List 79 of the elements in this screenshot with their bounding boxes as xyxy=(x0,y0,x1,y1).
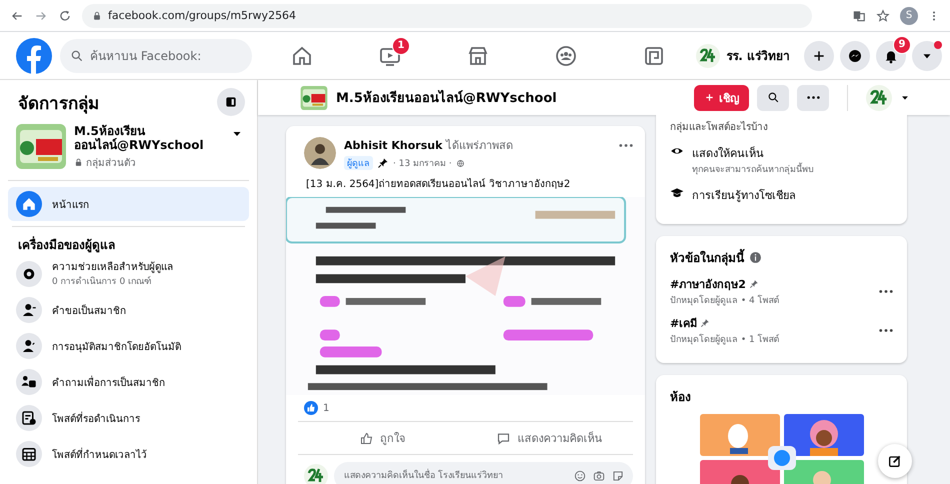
like-button[interactable]: ถูกใจ xyxy=(298,422,466,454)
lock-icon xyxy=(74,158,83,167)
sidebar-title: จัดการกลุ่ม xyxy=(18,92,99,116)
sidebar-item[interactable]: หน้าแรก xyxy=(8,187,249,221)
thumbs-up-icon xyxy=(358,430,374,446)
star-icon xyxy=(876,8,890,22)
search-button[interactable] xyxy=(757,84,789,110)
privacy-label: กลุ่มส่วนตัว xyxy=(86,157,136,170)
panel-icon xyxy=(224,95,238,109)
topic-meta: ปักหมุดโดยผู้ดูแล • 4 โพสต์ xyxy=(670,294,780,307)
globe-icon xyxy=(456,158,465,168)
create-button[interactable] xyxy=(804,40,834,70)
group-logo xyxy=(16,124,66,169)
more-icon[interactable] xyxy=(879,290,893,292)
profile-avatar[interactable] xyxy=(304,464,328,484)
topic-name[interactable]: #เคมี xyxy=(670,314,698,332)
speech-bubble-icon xyxy=(496,430,512,446)
learning-label: การเรียนรู้ทางโซเชียล xyxy=(692,188,796,204)
invite-button[interactable]: เชิญ xyxy=(694,84,749,110)
pin-icon xyxy=(377,157,389,169)
comment-field[interactable]: แสดงความคิดเห็นในชื่อ โรงเรียนแร่วิทยา xyxy=(334,462,633,484)
notification-badge: 9 xyxy=(893,36,911,54)
sidebar-item[interactable]: คำถามเพื่อการเป็นสมาชิก xyxy=(8,365,249,399)
emoji-icon xyxy=(573,469,587,483)
facebook-logo[interactable] xyxy=(16,38,52,74)
role-label: ผู้ดูแล xyxy=(344,156,373,170)
sticker-icon xyxy=(611,469,625,483)
profile-avatar[interactable] xyxy=(696,44,720,68)
visibility-description: ทุกคนจะสามารถค้นหากลุ่มนี้พบ xyxy=(692,162,814,176)
section-title: เครื่องมือของผู้ดูแล xyxy=(17,235,116,254)
edit-icon xyxy=(887,453,903,469)
card-title: หัวข้อในกลุ่มนี้ xyxy=(670,248,744,267)
info-icon xyxy=(749,251,762,264)
collapse-button[interactable] xyxy=(217,88,245,116)
like-icon xyxy=(304,401,318,415)
search-icon xyxy=(70,48,84,62)
more-button[interactable] xyxy=(797,84,829,110)
sidebar-item[interactable]: การอนุมัติสมาชิกโดยอัตโนมัติ xyxy=(8,329,249,363)
card-title: ห้อง xyxy=(670,389,691,406)
calendar-icon xyxy=(20,445,38,463)
topic-meta: ปักหมุดโดยผู้ดูแล • 1 โพสต์ xyxy=(670,332,780,346)
more-icon xyxy=(806,96,820,99)
visibility-title: แสดงให้คนเห็น xyxy=(692,145,765,162)
notification-badge: 1 xyxy=(392,36,410,54)
group-title: M.5ห้องเรียนออนไลน์@RWYschool xyxy=(336,88,557,108)
search-field[interactable]: ค้นหาบน Facebook: xyxy=(60,38,252,72)
profile-avatar[interactable] xyxy=(866,84,892,110)
topic-name[interactable]: #ภาษาอังกฤษ2 xyxy=(670,275,746,293)
sidebar-item[interactable]: โพสต์ที่กำหนดเวลาไว้ xyxy=(8,437,249,471)
author-avatar[interactable] xyxy=(304,137,336,169)
sidebar-item[interactable]: คำขอเป็นสมาชิก xyxy=(8,293,249,327)
post-date: · 13 มกราคม · xyxy=(393,158,452,170)
more-icon[interactable] xyxy=(879,328,893,332)
plus-icon xyxy=(704,92,715,103)
post-author[interactable]: Abhisit Khorsuk ได้แพร่ภาพสด xyxy=(344,136,513,154)
reload-icon xyxy=(58,8,72,22)
messenger-button[interactable] xyxy=(840,40,870,70)
profile-button[interactable]: รร. แร่วิทยา xyxy=(693,40,798,70)
post-caption: [13 ม.ค. 2564]ถ่ายทอดสดเรียนออนไลน์ วิชาภาษาอังกฤษ2 xyxy=(305,177,572,192)
comment-button[interactable]: แสดงความคิดเห็น xyxy=(466,422,633,454)
nav-tab[interactable]: 1 xyxy=(362,36,418,76)
camera-icon xyxy=(592,469,606,483)
about-text: กลุ่มและโพสต์อะไรบ้าง xyxy=(670,120,768,134)
sidebar-item[interactable]: โพสต์ที่รอดำเนินการ xyxy=(8,401,249,435)
address-bar[interactable]: facebook.com/groups/m5rwy2564 xyxy=(82,4,812,28)
search-icon xyxy=(766,91,780,104)
graduation-cap-icon xyxy=(670,186,684,200)
person-add-icon xyxy=(20,301,38,319)
reaction-count[interactable]: 1 xyxy=(323,402,330,414)
sidebar-item[interactable]: ความช่วยเหลือสำหรับผู้ดูแล 0 การดำเนินการ 0 เกณฑ์ xyxy=(8,256,249,291)
account-menu-button[interactable] xyxy=(912,40,942,70)
translate-icon xyxy=(852,8,866,22)
lock-icon xyxy=(92,10,102,20)
group-logo xyxy=(300,86,328,110)
more-icon[interactable] xyxy=(619,144,633,147)
groups-icon xyxy=(554,44,578,68)
group-name[interactable]: M.5ห้องเรียนออนไลน์@RWYschool xyxy=(74,124,202,152)
post-clock-icon xyxy=(20,409,38,427)
messenger-icon xyxy=(847,48,863,64)
